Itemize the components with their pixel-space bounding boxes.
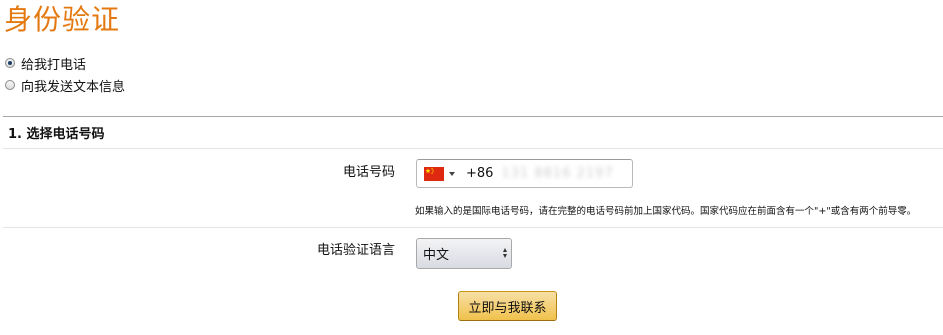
radio-option-send-text[interactable]: 向我发送文本信息 xyxy=(5,76,126,95)
country-selector[interactable] xyxy=(417,160,455,187)
phone-help-text: 如果输入的是国际电话号码，请在完整的电话号码前加上国家代码。国家代码应在前面含有… xyxy=(415,206,917,217)
phone-number-value[interactable]: 131 8816 2197 xyxy=(501,166,613,181)
language-label: 电话验证语言 xyxy=(316,243,395,258)
china-flag-icon xyxy=(424,166,444,181)
chevron-down-icon xyxy=(449,171,455,176)
radio-button-send-text[interactable] xyxy=(5,80,15,90)
radio-option-call-me[interactable]: 给我打电话 xyxy=(5,54,87,73)
row-divider xyxy=(3,227,943,228)
language-select[interactable]: 中文 xyxy=(416,238,512,269)
section-divider xyxy=(3,116,943,117)
dial-code: +86 xyxy=(466,166,494,181)
section-title-divider xyxy=(3,148,943,149)
select-arrows-icon xyxy=(503,248,507,258)
radio-button-call-me[interactable] xyxy=(5,58,15,68)
language-selected-value: 中文 xyxy=(423,248,450,263)
section-title: 1. 选择电话号码 xyxy=(8,127,105,142)
radio-label-send-text: 向我发送文本信息 xyxy=(21,79,126,95)
radio-label-call-me: 给我打电话 xyxy=(21,57,87,73)
page-title: 身份验证 xyxy=(4,3,121,36)
call-me-now-button[interactable]: 立即与我联系 xyxy=(458,291,557,321)
phone-label: 电话号码 xyxy=(342,165,395,180)
phone-input[interactable]: +86 131 8816 2197 xyxy=(416,159,633,188)
